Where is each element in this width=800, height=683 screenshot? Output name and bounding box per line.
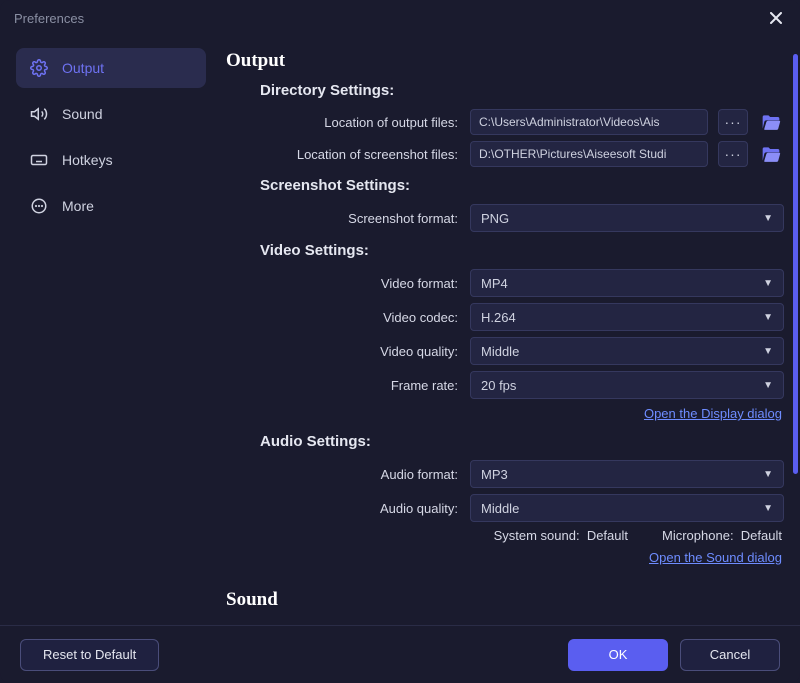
- footer-right: OK Cancel: [568, 639, 780, 671]
- sidebar-item-hotkeys[interactable]: Hotkeys: [16, 140, 206, 180]
- sidebar-item-sound[interactable]: Sound: [16, 94, 206, 134]
- label-frame-rate: Frame rate:: [226, 378, 460, 393]
- more-button[interactable]: ···: [718, 141, 748, 167]
- label-screenshot-files: Location of screenshot files:: [226, 147, 460, 162]
- label-video-quality: Video quality:: [226, 344, 460, 359]
- chevron-down-icon: ▼: [763, 346, 773, 357]
- sidebar-item-more[interactable]: More: [16, 186, 206, 226]
- subsection-audio: Audio Settings:: [260, 433, 784, 450]
- section-title-sound: Sound: [226, 589, 784, 611]
- sidebar-item-label: Output: [62, 60, 104, 76]
- row-output-files: Location of output files: C:\Users\Admin…: [226, 109, 784, 135]
- chevron-down-icon: ▼: [763, 278, 773, 289]
- row-video-codec: Video codec: H.264 ▼: [226, 303, 784, 331]
- speaker-icon: [30, 105, 48, 123]
- chevron-down-icon: ▼: [763, 469, 773, 480]
- reset-to-default-button[interactable]: Reset to Default: [20, 639, 159, 671]
- select-value: H.264: [481, 310, 516, 325]
- select-video-quality[interactable]: Middle ▼: [470, 337, 784, 365]
- label-screenshot-format: Screenshot format:: [226, 211, 460, 226]
- footer: Reset to Default OK Cancel: [0, 625, 800, 683]
- row-video-quality: Video quality: Middle ▼: [226, 337, 784, 365]
- label-video-format: Video format:: [226, 276, 460, 291]
- subsection-video: Video Settings:: [260, 242, 784, 259]
- select-value: 20 fps: [481, 378, 516, 393]
- row-audio-format: Audio format: MP3 ▼: [226, 460, 784, 488]
- select-value: Middle: [481, 501, 519, 516]
- select-audio-quality[interactable]: Middle ▼: [470, 494, 784, 522]
- row-video-format: Video format: MP4 ▼: [226, 269, 784, 297]
- label-video-codec: Video codec:: [226, 310, 460, 325]
- content-panel: Output Directory Settings: Location of o…: [218, 36, 800, 625]
- select-screenshot-format[interactable]: PNG ▼: [470, 204, 784, 232]
- select-value: PNG: [481, 211, 509, 226]
- input-screenshot-files-path[interactable]: D:\OTHER\Pictures\Aiseesoft Studi: [470, 141, 708, 167]
- more-button[interactable]: ···: [718, 109, 748, 135]
- select-value: MP4: [481, 276, 508, 291]
- select-audio-format[interactable]: MP3 ▼: [470, 460, 784, 488]
- body: Output Sound Hotkeys More: [0, 36, 800, 625]
- select-frame-rate[interactable]: 20 fps ▼: [470, 371, 784, 399]
- audio-status-row: System sound: Default Microphone: Defaul…: [226, 528, 784, 543]
- select-video-format[interactable]: MP4 ▼: [470, 269, 784, 297]
- folder-icon[interactable]: [758, 109, 784, 135]
- select-video-codec[interactable]: H.264 ▼: [470, 303, 784, 331]
- subsection-directory: Directory Settings:: [260, 82, 784, 99]
- chevron-down-icon: ▼: [763, 312, 773, 323]
- folder-icon[interactable]: [758, 141, 784, 167]
- close-icon[interactable]: [766, 8, 786, 28]
- label-output-files: Location of output files:: [226, 115, 460, 130]
- input-output-files-path[interactable]: C:\Users\Administrator\Videos\Ais: [470, 109, 708, 135]
- scrollbar[interactable]: [793, 54, 798, 474]
- label-audio-format: Audio format:: [226, 467, 460, 482]
- more-icon: [30, 197, 48, 215]
- open-display-dialog-link[interactable]: Open the Display dialog: [644, 406, 782, 421]
- select-value: MP3: [481, 467, 508, 482]
- sidebar-item-label: More: [62, 198, 94, 214]
- row-screenshot-files: Location of screenshot files: D:\OTHER\P…: [226, 141, 784, 167]
- titlebar: Preferences: [0, 0, 800, 36]
- chevron-down-icon: ▼: [763, 380, 773, 391]
- gear-icon: [30, 59, 48, 77]
- row-screenshot-format: Screenshot format: PNG ▼: [226, 204, 784, 232]
- section-title-output: Output: [226, 50, 784, 72]
- link-row-display: Open the Display dialog: [226, 405, 784, 423]
- keyboard-icon: [30, 151, 48, 169]
- sidebar-item-output[interactable]: Output: [16, 48, 206, 88]
- row-audio-quality: Audio quality: Middle ▼: [226, 494, 784, 522]
- subsection-screenshot: Screenshot Settings:: [260, 177, 784, 194]
- chevron-down-icon: ▼: [763, 213, 773, 224]
- cancel-button[interactable]: Cancel: [680, 639, 780, 671]
- chevron-down-icon: ▼: [763, 503, 773, 514]
- open-sound-dialog-link[interactable]: Open the Sound dialog: [649, 550, 782, 565]
- sidebar-item-label: Hotkeys: [62, 152, 113, 168]
- row-frame-rate: Frame rate: 20 fps ▼: [226, 371, 784, 399]
- select-value: Middle: [481, 344, 519, 359]
- system-sound-status: System sound: Default: [494, 528, 628, 543]
- label-audio-quality: Audio quality:: [226, 501, 460, 516]
- sidebar: Output Sound Hotkeys More: [0, 36, 218, 625]
- microphone-status: Microphone: Default: [662, 528, 782, 543]
- sidebar-item-label: Sound: [62, 106, 102, 122]
- preferences-window: Preferences Output Sound: [0, 0, 800, 683]
- link-row-sound: Open the Sound dialog: [226, 549, 784, 567]
- ok-button[interactable]: OK: [568, 639, 668, 671]
- window-title: Preferences: [14, 11, 84, 26]
